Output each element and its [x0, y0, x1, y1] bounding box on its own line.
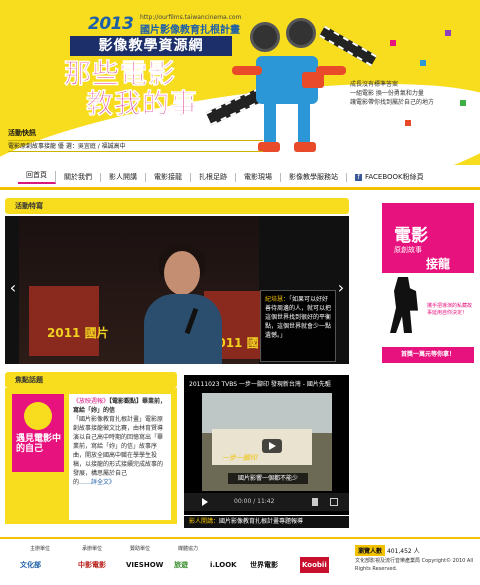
nav-film-relay[interactable]: 電影接龍	[146, 173, 191, 182]
ad-prize-text: 首獎一萬元等你拿！	[382, 347, 474, 363]
film-reel-icon	[286, 18, 316, 48]
slogan-line: 讓電影帶你找到屬於自己的地方	[350, 99, 435, 106]
facebook-icon: f	[355, 173, 362, 181]
confetti	[390, 40, 396, 46]
organizer-label: 主辦單位	[30, 546, 51, 552]
logo-vieshow[interactable]: VIESHOW	[126, 557, 163, 573]
header-banner: 2013 http://ourfilms.taiwancinema.com 國片…	[0, 0, 480, 165]
spotlight-article: 《放映週報》【電影觀點】畢業前，寫給「妳」的信 「國片影像教育扎根計畫」電影原創…	[69, 394, 171, 520]
news-ticker[interactable]: 電影原創故事接龍 優 選：吳宜庭 / 福誠高中	[8, 140, 263, 152]
spotlight-heading-bar: 焦點話題	[5, 372, 177, 388]
video-caption-text: 國片影像教育扎根計畫專題報導	[219, 518, 304, 525]
logo-cmpc[interactable]: 中影電影	[78, 557, 106, 573]
feature-heading: 活動特寫	[15, 202, 43, 210]
story-relay-ad[interactable]: 電影 原創故事 接龍 攜手把導演的私藏故事延用自你決定！ 首獎一萬元等你拿！	[382, 203, 474, 363]
poster-text: 遇見電影中的自己	[16, 434, 62, 454]
counter-label: 瀏覽人數	[355, 545, 386, 556]
robot-leg	[298, 104, 310, 144]
slogan-line: 成長沒有標準答案	[350, 81, 399, 88]
logo-world-screen[interactable]: 世界電影	[250, 557, 278, 573]
executor-label: 承辦單位	[82, 546, 103, 552]
caption-name: 紀培慧：	[265, 296, 290, 303]
nav-about[interactable]: 關於我們	[56, 173, 101, 182]
nav-facebook[interactable]: f FACEBOOK粉絲頁	[347, 173, 432, 182]
footer: 主辦單位 承辦單位 贊助單位 媒體協力 文化部 中影電影 VIESHOW 旅遊 …	[0, 537, 480, 585]
banner-title: 那些電影 教我的事	[64, 59, 198, 120]
ad-title-main: 電影	[394, 226, 428, 246]
projector-robot-illustration	[222, 16, 352, 156]
video-player[interactable]: 20111023 TVBS 一步一腳印 發現新台灣 - 國片先驅 一步一腳印 國…	[184, 375, 349, 515]
site-name[interactable]: 影像教學資源網	[70, 36, 232, 56]
copyright: 文化部影視及流行音樂產業局 Copyright© 2010 All Rights…	[355, 558, 474, 572]
video-caption-label: 影人開講：	[189, 518, 220, 525]
robot-arm	[316, 66, 346, 75]
slide-image[interactable]: 2011 國片 2011 國片	[19, 216, 262, 364]
logo-travel[interactable]: 旅遊	[174, 557, 188, 573]
video-subtitle: 國片影響一個都不能少	[228, 473, 308, 484]
slogan-line: 一組電影 換一份勇氣和力量	[350, 90, 424, 97]
video-controls: 00:00 / 11:42	[184, 493, 349, 511]
spotlight-poster[interactable]: 遇見電影中的自己	[12, 394, 64, 472]
nav-home[interactable]: 回首頁	[18, 171, 56, 184]
confetti	[420, 60, 426, 66]
logo-koobii[interactable]: Koobii	[300, 557, 329, 573]
video-caption[interactable]: 影人開講：國片影像教育扎根計畫專題報導	[184, 516, 349, 528]
ad-title-emph: 接龍	[426, 257, 451, 271]
confetti	[445, 30, 451, 36]
logo-ilook[interactable]: i.LOOK	[210, 557, 237, 573]
robot-arm	[232, 66, 262, 75]
tv-program-logo: 一步一腳印	[222, 454, 257, 462]
banner-title-line2: 教我的事	[86, 89, 198, 120]
visitor-counter: 瀏覽人數 401,452 人	[355, 545, 420, 556]
volume-icon[interactable]	[312, 498, 318, 506]
spotlight-source-link[interactable]: 《放映週報》	[73, 398, 109, 405]
poster-circle	[24, 402, 52, 430]
confetti	[405, 120, 411, 126]
speaker-body	[144, 294, 222, 364]
slide-caption: 紀培慧：「如果可以好好善待周邊的人，就可以把這個世界找到很好的平衡點，這個世界就…	[260, 290, 336, 362]
video-title[interactable]: 20111023 TVBS 一步一腳印 發現新台灣 - 國片先驅	[189, 379, 347, 388]
robot-foot	[294, 142, 316, 152]
nav-service[interactable]: 影像教學服務站	[281, 173, 347, 182]
feature-slider[interactable]: 2011 國片 2011 國片 紀培慧：「如果可以好好善待周邊的人，就可以把這個…	[5, 216, 349, 364]
banner-slogan: 成長沒有標準答案 一組電影 換一份勇氣和力量 讓電影帶你找到屬於自己的地方	[350, 80, 434, 107]
play-icon[interactable]	[262, 439, 282, 453]
spotlight-heading: 焦點話題	[15, 376, 43, 384]
main-nav: 回首頁 關於我們 影人開講 電影接龍 扎根足跡 電影現場 影像教學服務站 f FA…	[0, 168, 480, 190]
fullscreen-icon[interactable]	[330, 498, 338, 506]
slide-banner-text: 2011 國片	[47, 326, 109, 340]
media-label: 媒體協力	[178, 546, 199, 552]
video-frame[interactable]: 一步一腳印 國片影響一個都不能少	[202, 393, 332, 491]
banner-year: 2013	[88, 14, 134, 34]
play-button-icon[interactable]	[202, 498, 208, 506]
nav-talks[interactable]: 影人開講	[101, 173, 146, 182]
video-time: 00:00 / 11:42	[234, 498, 275, 505]
logo-ministry[interactable]: 文化部	[20, 557, 41, 573]
counter-value: 401,452 人	[386, 548, 420, 555]
banner-title-line1: 那些電影	[64, 59, 176, 90]
robot-leg	[264, 104, 276, 144]
slider-next-arrow-icon[interactable]: ›	[335, 278, 347, 298]
page: 2013 http://ourfilms.taiwancinema.com 國片…	[0, 0, 480, 585]
speaker-head	[164, 251, 200, 295]
nav-facebook-label: FACEBOOK粉絲頁	[365, 173, 424, 181]
news-label: 活動快訊	[8, 129, 36, 137]
spotlight-category: 【電影觀點】	[109, 398, 143, 405]
ad-title-sub: 原創故事	[394, 246, 422, 254]
film-reel-icon	[250, 22, 280, 52]
read-more-link[interactable]: ……詳全文》	[79, 479, 115, 486]
spotlight-box: 遇見電影中的自己 《放映週報》【電影觀點】畢業前，寫給「妳」的信 「國片影像教育…	[5, 388, 177, 524]
confetti	[460, 100, 466, 106]
feature-heading-bar: 活動特寫	[5, 198, 349, 214]
slider-prev-arrow-icon[interactable]: ‹	[7, 278, 19, 298]
nav-on-set[interactable]: 電影現場	[236, 173, 281, 182]
slide-backdrop	[29, 286, 99, 356]
sponsor-label: 贊助單位	[130, 546, 151, 552]
ad-small-text: 攜手把導演的私藏故事延用自你決定！	[427, 303, 473, 316]
nav-footprints[interactable]: 扎根足跡	[191, 173, 236, 182]
video-sky	[202, 393, 332, 433]
spotlight-body: 「國片影像教育扎根計畫」電影原創故事接龍徵文比賽，由林育賢導演以自己高中時期的回…	[73, 416, 164, 486]
